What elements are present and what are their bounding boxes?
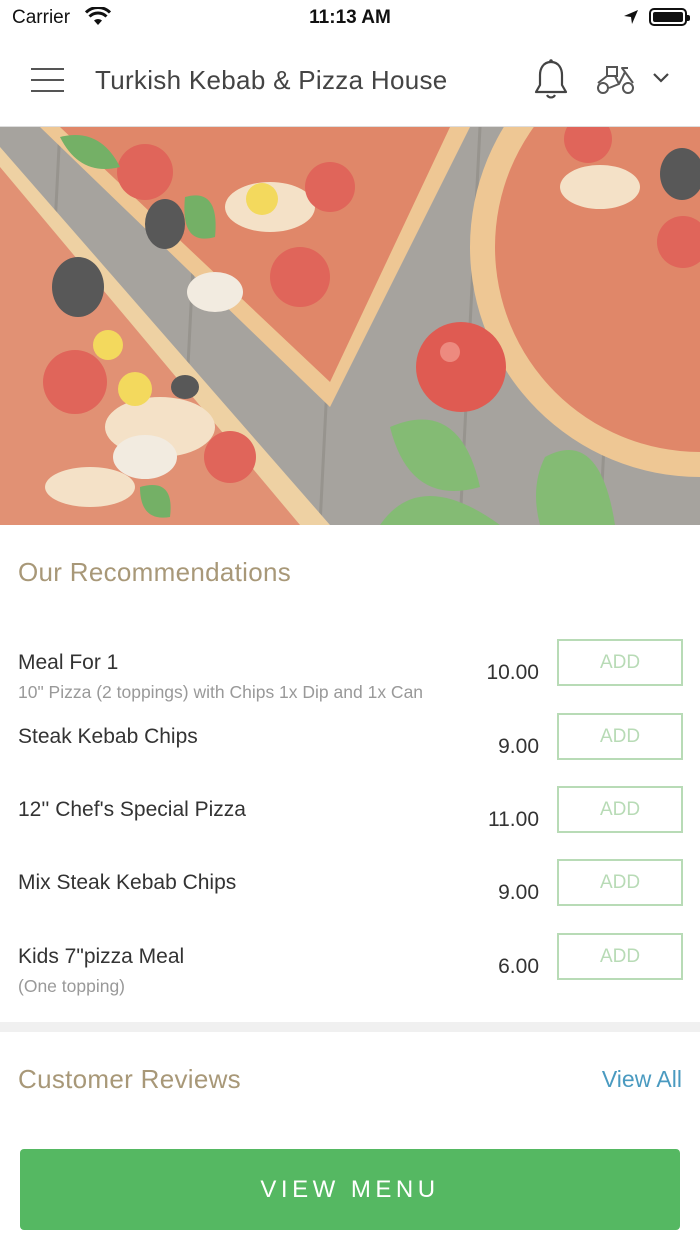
battery-icon [649, 8, 690, 26]
item-price: 11.00 [488, 808, 539, 831]
reviews-title: Customer Reviews [18, 1064, 241, 1094]
location-arrow-icon [624, 10, 638, 24]
recommendation-item: 12'' Chef's Special Pizza 11.00 ADD [0, 786, 700, 858]
item-price: 9.00 [498, 881, 539, 904]
view-all-link[interactable]: View All [602, 1066, 682, 1093]
add-button[interactable]: ADD [557, 859, 683, 906]
recommendation-item: Kids 7"pizza Meal (One topping) 6.00 ADD [0, 933, 700, 1005]
menu-icon[interactable] [31, 68, 64, 94]
recommendation-item: Mix Steak Kebab Chips 9.00 ADD [0, 859, 700, 931]
bell-icon[interactable] [532, 58, 570, 102]
item-description: 10" Pizza (2 toppings) with Chips 1x Dip… [18, 682, 424, 702]
item-description: (One topping) [18, 976, 126, 996]
delivery-scooter-icon[interactable] [595, 64, 637, 96]
add-button[interactable]: ADD [557, 786, 683, 833]
item-name: Steak Kebab Chips [18, 725, 198, 748]
add-button[interactable]: ADD [557, 639, 683, 686]
chevron-down-icon[interactable] [652, 72, 670, 84]
recommendation-item: Steak Kebab Chips 9.00 ADD [0, 713, 700, 785]
section-divider [0, 1022, 700, 1032]
view-menu-button[interactable]: VIEW MENU [20, 1149, 680, 1230]
item-price: 6.00 [498, 955, 539, 978]
item-price: 9.00 [498, 735, 539, 758]
item-name: Kids 7"pizza Meal [18, 945, 185, 968]
status-time: 11:13 AM [309, 7, 391, 28]
status-bar: Carrier 11:13 AM [0, 0, 700, 34]
add-button[interactable]: ADD [557, 933, 683, 980]
add-button[interactable]: ADD [557, 713, 683, 760]
recommendation-item: Meal For 1 10" Pizza (2 toppings) with C… [0, 639, 700, 711]
hero-image [0, 127, 700, 525]
item-name: Meal For 1 [18, 651, 119, 674]
restaurant-title: Turkish Kebab & Pizza House [95, 65, 448, 95]
recommendations-title: Our Recommendations [18, 557, 292, 587]
item-price: 10.00 [486, 661, 539, 684]
item-name: 12'' Chef's Special Pizza [18, 798, 246, 821]
item-name: Mix Steak Kebab Chips [18, 871, 237, 894]
app-header: Turkish Kebab & Pizza House [0, 34, 700, 127]
